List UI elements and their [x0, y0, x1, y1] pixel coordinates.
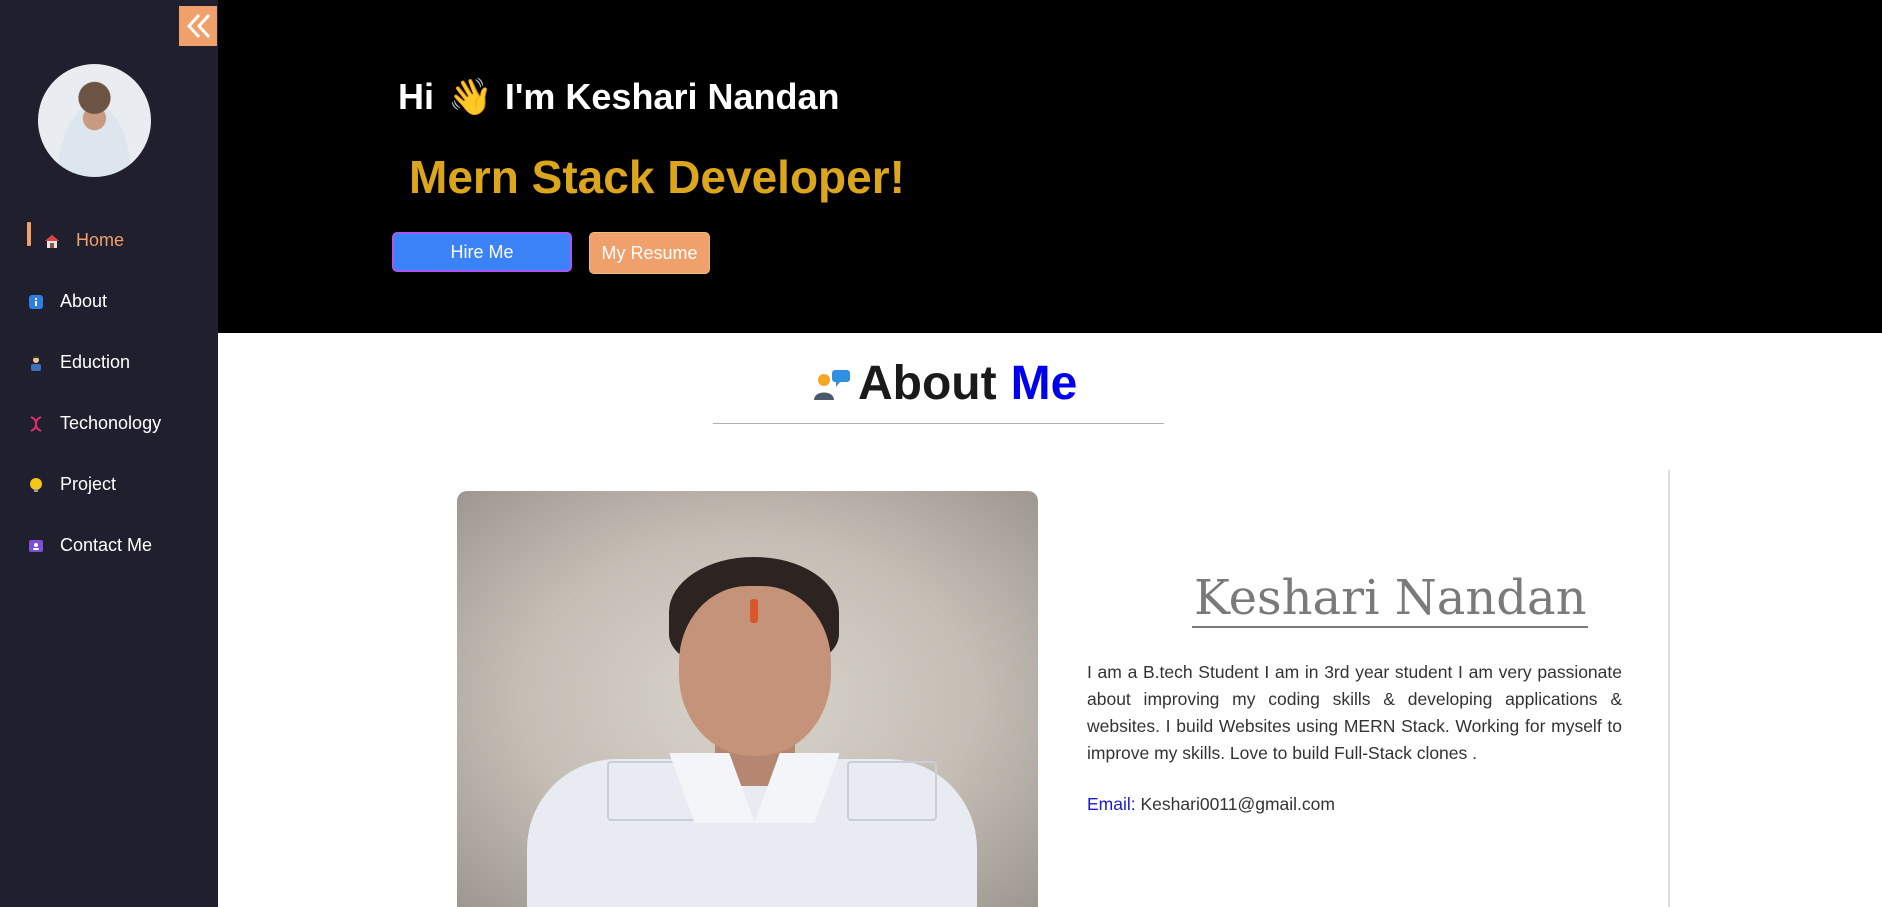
sidebar-item-techonology[interactable]: Techonology [0, 393, 218, 454]
sidebar-item-about[interactable]: About [0, 271, 218, 332]
email-row: Email: Keshari0011@gmail.com [1087, 794, 1335, 815]
email-label: Email: [1087, 794, 1136, 814]
profile-name: Keshari Nandan [1192, 570, 1589, 628]
active-indicator [27, 222, 31, 246]
hire-me-button[interactable]: Hire Me [392, 232, 572, 272]
info-icon [28, 294, 44, 310]
sidebar-item-label: Project [60, 474, 117, 494]
bio-text: I am a B.tech Student I am in 3rd year s… [1087, 662, 1622, 763]
double-chevron-left-icon [186, 13, 211, 39]
sidebar-nav: Home About Eduction Techonology Project … [0, 210, 218, 576]
title-divider [713, 423, 1164, 424]
avatar [38, 64, 151, 177]
sidebar-item-label: Home [76, 230, 125, 250]
greeting-hi: Hi [398, 76, 434, 117]
sidebar-item-home[interactable]: Home [0, 210, 218, 271]
collapse-sidebar-button[interactable] [179, 6, 217, 46]
dna-icon [28, 415, 44, 432]
contact-card-icon [28, 538, 44, 554]
sidebar: Home About Eduction Techonology Project … [0, 0, 218, 907]
greeting-name: I'm Keshari Nandan [504, 76, 840, 117]
sidebar-item-contact-me[interactable]: Contact Me [0, 515, 218, 576]
about-title-text: About [858, 357, 997, 410]
my-resume-button[interactable]: My Resume [589, 232, 710, 274]
sidebar-item-label: Contact Me [60, 535, 153, 555]
hero-section: Hi 👋 I'm Keshari Nandan Mern Stack Devel… [218, 0, 1882, 333]
greeting: Hi 👋 I'm Keshari Nandan [398, 76, 839, 118]
sidebar-item-eduction[interactable]: Eduction [0, 332, 218, 393]
lightbulb-icon [28, 477, 44, 493]
waving-hand-icon: 👋 [448, 76, 493, 117]
about-title: About Me [812, 356, 1077, 411]
people-chat-icon [812, 363, 854, 405]
email-value[interactable]: Keshari0011@gmail.com [1141, 794, 1335, 814]
sidebar-item-label: About [60, 291, 108, 311]
role-title: Mern Stack Developer! [409, 151, 905, 203]
house-icon [44, 233, 60, 249]
sidebar-item-project[interactable]: Project [0, 454, 218, 515]
about-title-highlight: Me [1010, 357, 1078, 410]
vertical-divider [1668, 470, 1670, 907]
student-icon [28, 355, 44, 371]
sidebar-item-label: Techonology [60, 413, 162, 433]
profile-photo [457, 491, 1038, 907]
sidebar-item-label: Eduction [60, 352, 131, 372]
